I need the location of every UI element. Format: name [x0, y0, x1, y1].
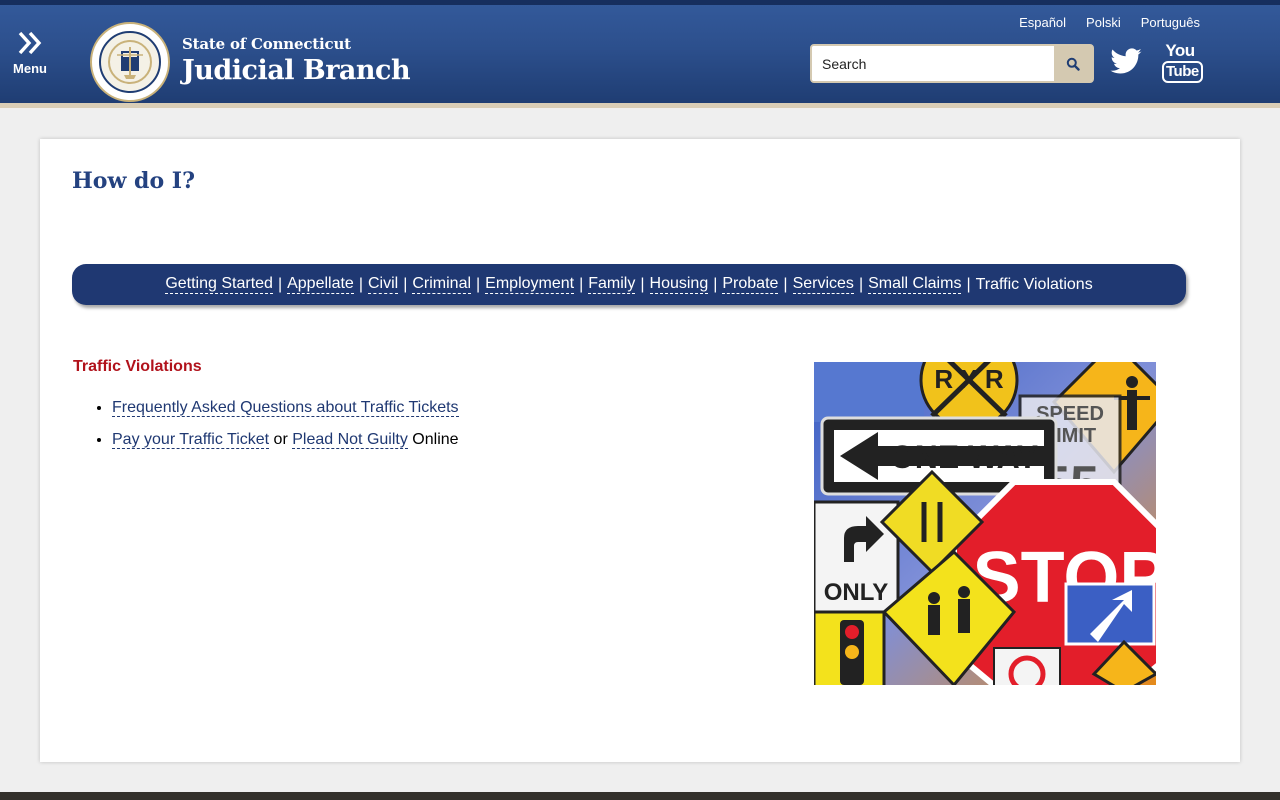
online-text: Online — [412, 431, 459, 448]
nav-employment[interactable]: Employment — [485, 275, 575, 294]
youtube-icon-tube: Tube — [1162, 61, 1203, 83]
language-bar: Español Polski Português — [1019, 15, 1200, 30]
rxr-sign-text: R X R — [934, 364, 1004, 394]
nav-family[interactable]: Family — [588, 275, 636, 294]
site-header: Menu State of Connecticut Judicial Branc… — [0, 5, 1280, 103]
nav-separator: | — [476, 275, 481, 293]
nav-criminal[interactable]: Criminal — [412, 275, 472, 294]
nav-services[interactable]: Services — [792, 275, 854, 294]
search-button[interactable] — [1054, 46, 1092, 81]
search-icon — [1066, 57, 1080, 71]
footer-strip — [0, 792, 1280, 800]
nav-separator: | — [403, 275, 408, 293]
or-text: or — [273, 431, 288, 448]
traffic-links-list: Frequently Asked Questions about Traffic… — [94, 398, 459, 462]
nav-separator: | — [966, 275, 971, 293]
topic-nav-bar: Getting Started | Appellate | Civil | Cr… — [72, 264, 1186, 305]
nav-separator: | — [640, 275, 645, 293]
language-polski-link[interactable]: Polski — [1086, 15, 1121, 30]
only-sign-text: ONLY — [824, 579, 888, 606]
nav-appellate[interactable]: Appellate — [287, 275, 354, 294]
list-item: Frequently Asked Questions about Traffic… — [112, 398, 459, 418]
youtube-icon: You — [1165, 41, 1195, 60]
plead-not-guilty-link[interactable]: Plead Not Guilty — [292, 431, 408, 449]
twitter-icon — [1110, 48, 1142, 74]
nav-separator: | — [579, 275, 584, 293]
nav-housing[interactable]: Housing — [649, 275, 709, 294]
search-box — [810, 44, 1094, 83]
nav-small-claims[interactable]: Small Claims — [868, 275, 962, 294]
nav-separator: | — [277, 275, 283, 293]
nav-separator: | — [713, 275, 718, 293]
language-espanol-link[interactable]: Español — [1019, 15, 1066, 30]
nav-civil[interactable]: Civil — [367, 275, 399, 294]
nav-getting-started[interactable]: Getting Started — [165, 275, 273, 294]
faq-traffic-tickets-link[interactable]: Frequently Asked Questions about Traffic… — [112, 399, 459, 417]
search-input[interactable] — [812, 46, 1054, 81]
page-title: How do I? — [72, 168, 195, 194]
nav-separator: | — [358, 275, 363, 293]
list-item: Pay your Traffic Ticket or Plead Not Gui… — [112, 430, 459, 450]
brand-title: Judicial Branch — [182, 55, 411, 86]
header-border — [0, 103, 1280, 108]
language-portugues-link[interactable]: Português — [1141, 15, 1200, 30]
traffic-signs-collage: R X R SPEED LIMIT 55 ONE WAY STOP ONLY — [814, 362, 1156, 685]
pay-traffic-ticket-link[interactable]: Pay your Traffic Ticket — [112, 431, 270, 449]
section-heading: Traffic Violations — [73, 358, 202, 375]
nav-traffic-violations-current: Traffic Violations — [975, 275, 1093, 293]
nav-separator: | — [858, 275, 864, 293]
brand[interactable]: State of Connecticut Judicial Branch — [182, 35, 411, 86]
menu-button[interactable]: Menu — [8, 31, 52, 87]
nav-separator: | — [783, 275, 788, 293]
twitter-link[interactable] — [1108, 45, 1144, 79]
content-card: How do I? Getting Started | Appellate | … — [40, 139, 1240, 762]
brand-subtitle: State of Connecticut — [182, 35, 351, 53]
menu-label: Menu — [13, 61, 47, 76]
one-way-sign-text: ONE WAY — [890, 439, 1038, 475]
seal-emblem-icon — [108, 40, 152, 84]
judicial-seal-logo[interactable] — [90, 22, 170, 102]
traffic-signs-image: R X R SPEED LIMIT 55 ONE WAY STOP ONLY — [814, 362, 1156, 685]
youtube-link[interactable]: You Tube — [1162, 41, 1203, 83]
double-chevron-right-icon — [18, 31, 42, 55]
nav-probate[interactable]: Probate — [722, 275, 779, 294]
